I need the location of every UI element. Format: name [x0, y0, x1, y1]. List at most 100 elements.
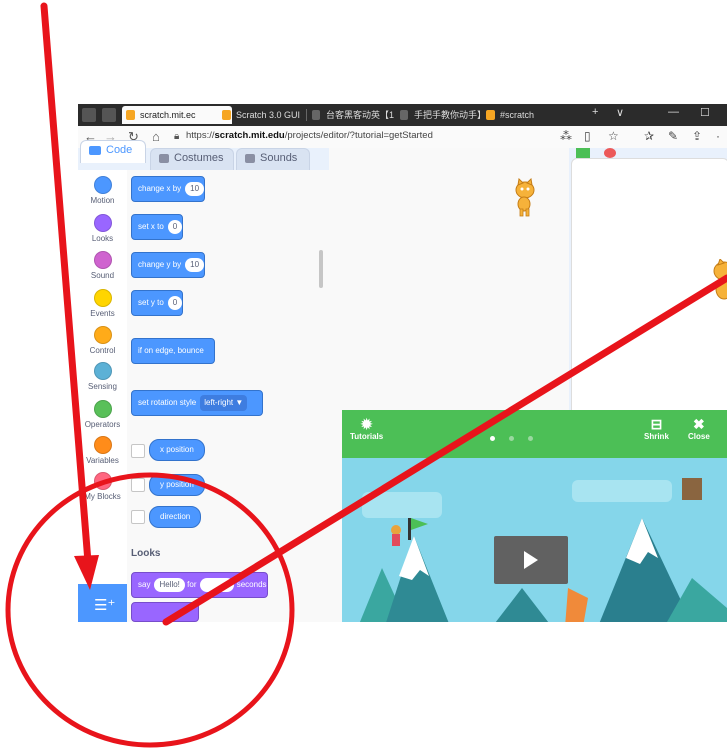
tutorial-header: ✹ Tutorials ⊟ Shrink ✖ Close: [342, 410, 727, 458]
stage-cat-sprite-icon: [713, 259, 727, 300]
x-position-reporter[interactable]: x position: [149, 439, 205, 461]
tutorials-label: Tutorials: [350, 432, 384, 441]
step-dot[interactable]: [490, 436, 495, 441]
pen-icon[interactable]: ✎: [668, 129, 678, 143]
change-y-block[interactable]: change y by 10: [131, 252, 206, 278]
say-block[interactable]: [131, 602, 199, 622]
say-message-input[interactable]: Hello!: [154, 577, 185, 592]
url-field[interactable]: https://scratch.mit.edu/projects/editor/…: [186, 130, 433, 141]
set-x-block[interactable]: set x to 0: [131, 214, 184, 240]
my-blocks-dot-icon: [93, 472, 112, 490]
favorites-list-icon[interactable]: ✰: [644, 129, 654, 143]
palette-scrollbar[interactable]: [319, 250, 323, 288]
block-input[interactable]: 10: [185, 181, 205, 196]
block-input[interactable]: 10: [185, 257, 205, 272]
tab-costumes-label: Costumes: [174, 152, 224, 164]
browser-tab-4[interactable]: 手把手教你动手】: [396, 106, 496, 124]
new-tab-button[interactable]: +: [592, 106, 598, 118]
block-text: seconds: [236, 580, 267, 589]
bounce-block[interactable]: if on edge, bounce: [131, 338, 215, 364]
say-seconds-input[interactable]: [200, 577, 235, 592]
page-icon: [312, 110, 320, 120]
rotation-style-block[interactable]: set rotation style left-right ▼: [131, 390, 263, 416]
translate-icon[interactable]: ⁂: [560, 129, 572, 143]
category-label: Sound: [90, 271, 115, 280]
tutorials-button[interactable]: ✹ Tutorials: [350, 416, 383, 441]
category-my-blocks[interactable]: My Blocks: [78, 472, 127, 501]
rotation-dropdown[interactable]: left-right ▼: [200, 394, 248, 411]
category-variables[interactable]: Variables: [78, 436, 127, 465]
green-flag-icon[interactable]: [576, 148, 590, 158]
x-position-checkbox[interactable]: [131, 444, 145, 458]
block-text: if on edge, bounce: [138, 346, 204, 355]
minimize-icon[interactable]: —: [668, 106, 679, 118]
add-extension-button[interactable]: ☰⁺: [78, 584, 127, 622]
sensing-dot-icon: [93, 362, 112, 380]
block-text: change x by: [138, 184, 182, 193]
code-icon: [89, 145, 101, 155]
tab-label: scratch.mit.ec: [140, 110, 196, 120]
category-sensing[interactable]: Sensing: [78, 362, 127, 391]
category-looks[interactable]: Looks: [78, 214, 127, 243]
close-button[interactable]: ✖ Close: [688, 416, 710, 441]
change-x-block[interactable]: change x by 10: [131, 176, 206, 202]
scratch-favicon-icon: [126, 110, 135, 120]
control-dot-icon: [93, 326, 112, 344]
browser-tab-3[interactable]: 台客黑客动英【1: [308, 106, 410, 124]
say-for-seconds-block[interactable]: say Hello! for seconds: [131, 572, 268, 598]
home-icon[interactable]: ⌂: [152, 129, 160, 144]
set-y-block[interactable]: set y to 0: [131, 290, 184, 316]
screenshot: scratch.mit.ec × Scratch 3.0 GUI 台客黑客动英【…: [78, 104, 727, 622]
tab-label: 手把手教你动手】: [414, 110, 487, 120]
browser-tab-scratch[interactable]: scratch.mit.ec ×: [122, 106, 232, 124]
direction-reporter[interactable]: direction: [149, 506, 202, 528]
tab-code-label: Code: [106, 144, 133, 156]
category-label: Control: [89, 346, 116, 355]
block-text: change y by: [138, 260, 182, 269]
reader-icon[interactable]: ▯: [584, 129, 591, 143]
shrink-button[interactable]: ⊟ Shrink: [644, 416, 669, 441]
speaker-icon: [245, 153, 255, 163]
add-extension-icon: ☰⁺: [94, 597, 116, 614]
more-icon[interactable]: ·: [716, 129, 720, 143]
tab-actions-icon[interactable]: [102, 108, 116, 122]
category-control[interactable]: Control: [78, 326, 127, 355]
step-dot[interactable]: [509, 436, 514, 441]
tutorial-video[interactable]: [342, 458, 727, 622]
favorite-star-icon[interactable]: ☆: [608, 129, 619, 143]
operators-dot-icon: [93, 400, 112, 418]
browser-menu-icon[interactable]: [82, 108, 96, 122]
block-text: set x to: [138, 222, 164, 231]
category-sound[interactable]: Sound: [78, 251, 127, 280]
block-input[interactable]: 0: [167, 219, 183, 234]
events-dot-icon: [93, 289, 112, 307]
step-dot[interactable]: [528, 436, 533, 441]
address-bar: ← → ↻ ⌂ 🔒︎ https://scratch.mit.edu/proje…: [78, 126, 727, 149]
block-text: for: [187, 580, 197, 589]
category-events[interactable]: Events: [78, 289, 127, 318]
maximize-icon[interactable]: ☐: [700, 106, 710, 119]
tab-code[interactable]: Code: [80, 140, 146, 163]
looks-dot-icon: [93, 214, 112, 232]
tutorial-panel: ✹ Tutorials ⊟ Shrink ✖ Close: [342, 410, 727, 622]
browser-tab-5[interactable]: #scratch: [482, 106, 570, 124]
stop-icon[interactable]: [604, 148, 616, 158]
category-label: Events: [90, 309, 115, 318]
tab-label: 台客黑客动英【1: [326, 110, 395, 120]
play-video-button[interactable]: [494, 536, 568, 584]
tab-list-button[interactable]: ∨: [616, 106, 624, 119]
y-position-checkbox[interactable]: [131, 478, 145, 492]
share-icon[interactable]: ⇪: [692, 129, 702, 143]
page-icon: [400, 110, 408, 120]
y-position-reporter[interactable]: y position: [149, 474, 205, 496]
browser-tab-gui[interactable]: Scratch 3.0 GUI: [218, 106, 320, 124]
tutorial-step-dots: [490, 428, 547, 446]
block-input[interactable]: 0: [167, 295, 183, 310]
tab-sounds[interactable]: Sounds: [236, 148, 310, 171]
category-operators[interactable]: Operators: [78, 400, 127, 429]
tab-costumes[interactable]: Costumes: [150, 148, 234, 171]
direction-checkbox[interactable]: [131, 510, 145, 524]
tab-separator: [306, 109, 307, 121]
scratch-editor: Code Costumes Sounds Motion Looks Sound …: [78, 140, 727, 622]
category-motion[interactable]: Motion: [78, 176, 127, 205]
